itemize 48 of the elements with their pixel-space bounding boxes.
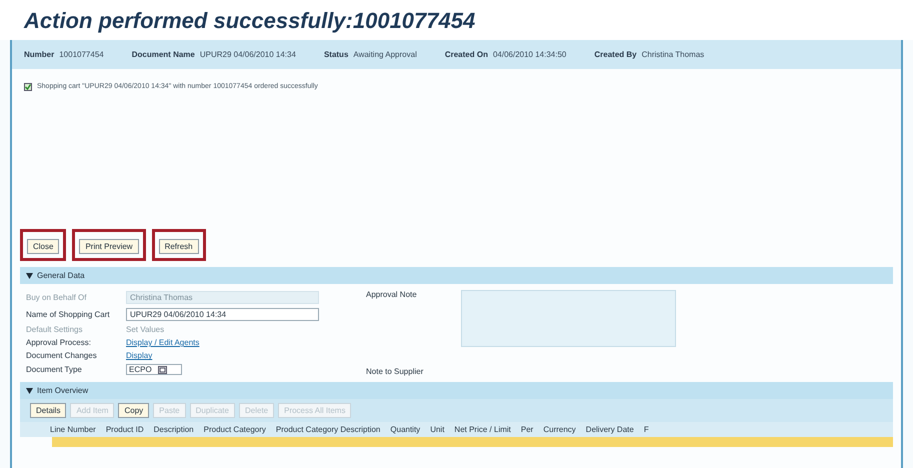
column-header: Net Price / Limit [454,425,511,434]
column-header: Description [154,425,194,434]
column-header: Delivery Date [586,425,634,434]
column-header: Product ID [106,425,144,434]
field-value: UPUR29 04/06/2010 14:34 [200,50,296,59]
field-label: Created By [594,50,637,59]
text-field[interactable]: UPUR29 04/06/2010 14:34 [126,308,319,321]
page-title: Action performed successfully:1001077454 [0,0,913,40]
value-help-icon[interactable] [158,366,167,374]
note-field[interactable] [461,290,676,347]
column-header: Product Category Description [276,425,380,434]
expanded-triangle-icon[interactable] [26,272,33,278]
field-value: Christina Thomas [642,50,704,59]
section-header[interactable]: General Data [20,267,893,284]
link[interactable]: Display / Edit Agents [126,338,200,348]
field-label: Name of Shopping Cart [26,310,111,319]
toolbar-button[interactable]: Print Preview [79,239,139,254]
field-label: Buy on Behalf Of [26,292,88,302]
field-value: 04/06/2010 14:34:50 [492,50,566,59]
section-header[interactable]: Item Overview [20,382,893,399]
field-label: Default Settings [26,324,84,334]
column-header: Currency [543,425,576,434]
field-label: Status [324,50,348,59]
link[interactable]: Display [126,351,152,360]
column-header: Per [520,425,534,434]
column-header: Unit [430,425,444,434]
toolbar-button[interactable]: Details [30,403,66,418]
checkmark-icon [24,83,32,91]
column-header: Product Category [204,425,266,434]
toolbar-button[interactable]: Close [27,239,60,254]
field-label: Note to Supplier [366,367,424,376]
field-value: 1001077454 [59,50,104,59]
field-value: Set Values [126,324,164,334]
toolbar-button[interactable]: Copy [118,403,150,418]
field-label: Document Type [26,365,83,374]
select-field[interactable]: ECPO [126,364,182,376]
column-header: Quantity [390,425,420,434]
column-header: Line Number [50,425,96,434]
field-value: Awaiting Approval [353,50,417,59]
column-header: F [644,425,649,434]
field-label: Document Name [132,50,195,59]
expanded-triangle-icon[interactable] [26,388,33,394]
field-label: Approval Note [366,290,418,301]
toolbar-button[interactable]: Refresh [158,239,199,254]
field-label: Created On [444,50,488,59]
field-label: Number [24,50,54,59]
field-label: Document Changes [26,351,98,360]
field-label: Approval Process: [26,338,92,348]
